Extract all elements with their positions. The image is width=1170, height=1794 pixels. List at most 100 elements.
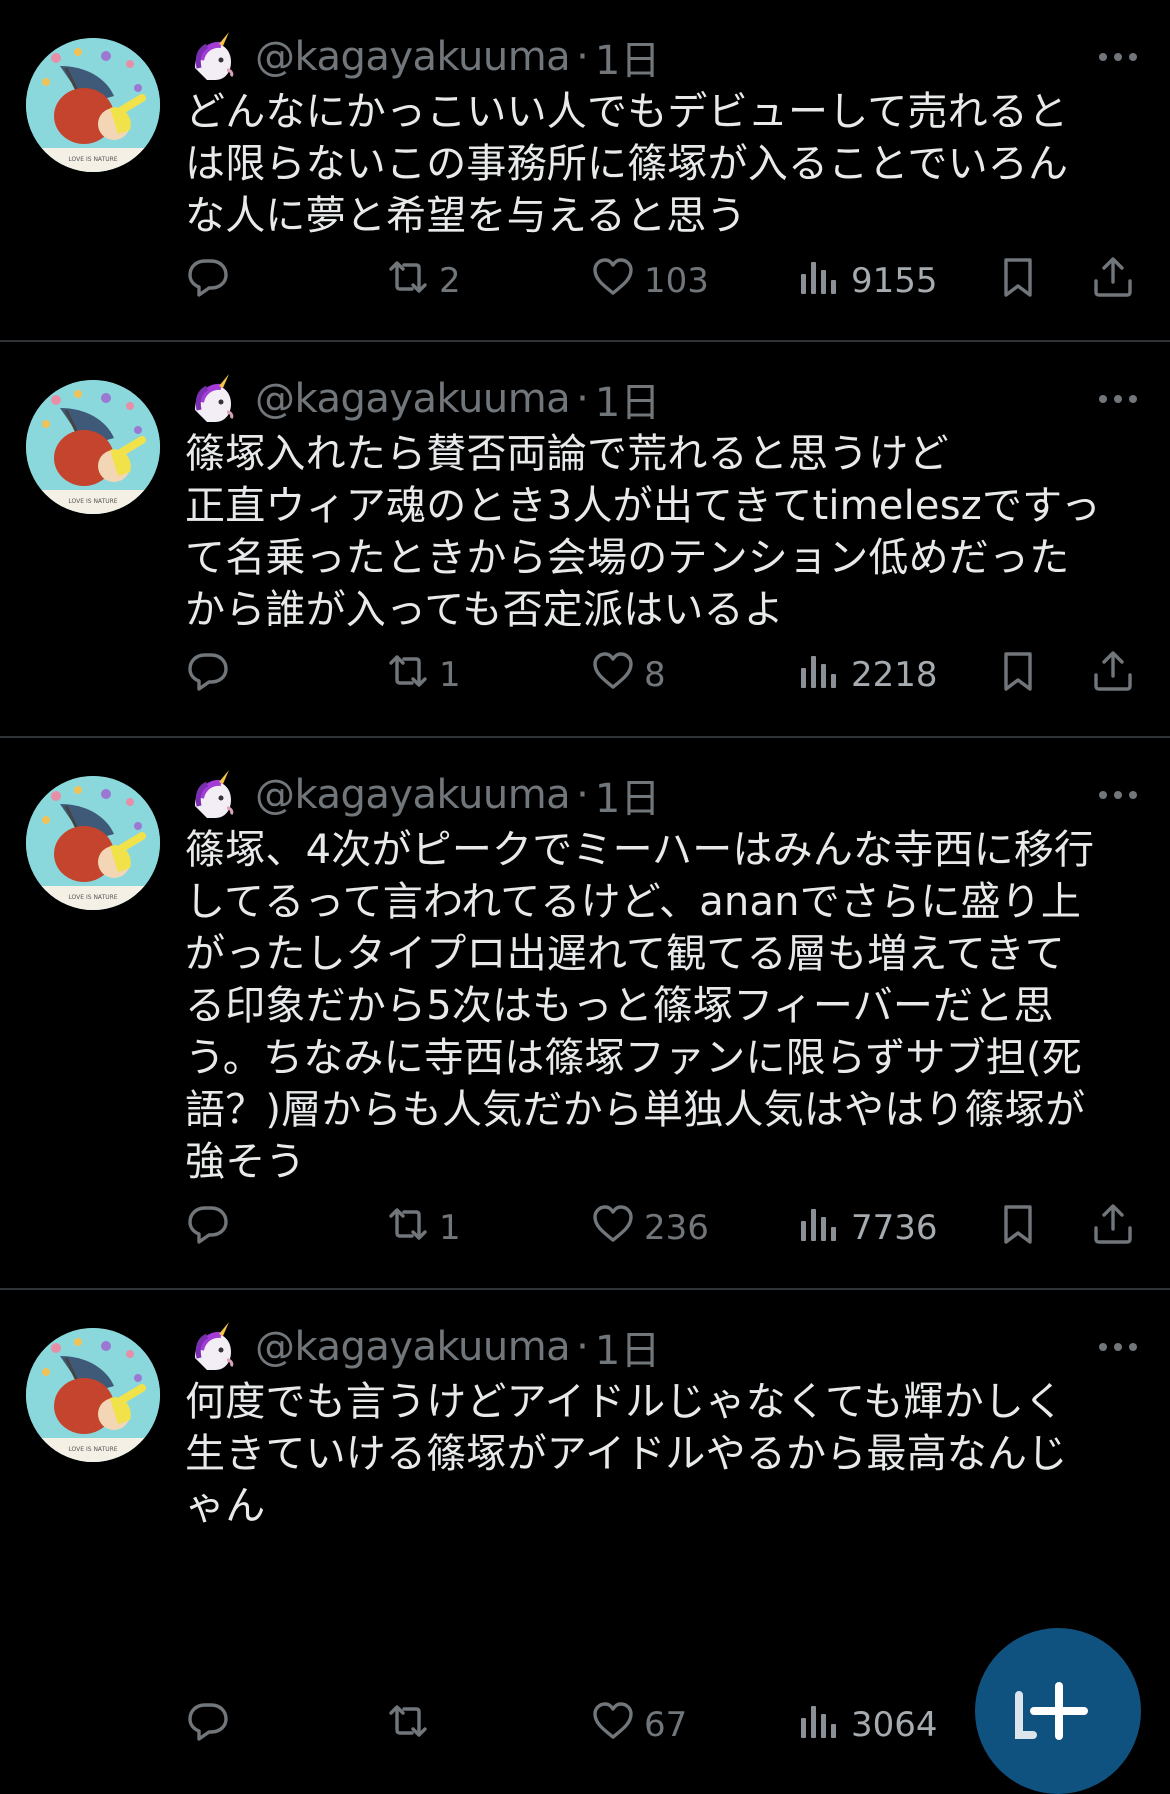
post[interactable]: LOVE IS NATURE @kagayakuuma · 1日 どんなにかっこ… — [0, 0, 1170, 342]
post-time[interactable]: 1日 — [595, 28, 660, 86]
share-icon — [1090, 1201, 1136, 1256]
share-icon — [1090, 648, 1136, 703]
post-header: @kagayakuuma · 1日 — [185, 372, 1140, 426]
post-time[interactable]: 1日 — [595, 1318, 660, 1376]
post-text-line: ゃん — [185, 1483, 266, 1529]
post-text-line: から誰が入っても否定派はいるよ — [185, 587, 784, 633]
views-icon — [795, 254, 841, 309]
like-button[interactable]: 67 — [590, 1695, 687, 1755]
bookmark-button[interactable] — [995, 645, 1041, 705]
post-text-line: がったしタイプロ出遅れて観てる層も増えてきて — [185, 931, 1065, 977]
post-text-line: は限らないこの事務所に篠塚が入ることでいろん — [185, 141, 1069, 187]
separator-dot: · — [576, 772, 589, 818]
user-handle[interactable]: @kagayakuuma — [255, 34, 571, 80]
svg-text:LOVE IS NATURE: LOVE IS NATURE — [68, 894, 117, 901]
svg-text:LOVE IS NATURE: LOVE IS NATURE — [68, 1446, 117, 1453]
repost-button[interactable]: 1 — [385, 1198, 461, 1258]
repost-icon — [385, 1698, 431, 1753]
more-icon[interactable] — [1096, 1332, 1140, 1362]
post-text-line: 強そう — [185, 1139, 306, 1185]
share-button[interactable] — [1090, 645, 1136, 705]
compose-button[interactable] — [975, 1628, 1141, 1794]
likes-count: 236 — [644, 1208, 709, 1248]
post-time[interactable]: 1日 — [595, 766, 660, 824]
post[interactable]: LOVE IS NATURE @kagayakuuma · 1日 篠塚入れたら賛… — [0, 342, 1170, 738]
reply-icon — [185, 1201, 231, 1256]
post-time[interactable]: 1日 — [595, 370, 660, 428]
post-body: 何度でも言うけどアイドルじゃなくても輝かしく 生きていける篠塚がアイドルやるから最… — [185, 1376, 1140, 1532]
user-handle[interactable]: @kagayakuuma — [255, 376, 571, 422]
views-icon — [795, 1698, 841, 1753]
unicorn-icon — [185, 768, 239, 822]
repost-button[interactable]: 1 — [385, 645, 461, 705]
avatar[interactable]: LOVE IS NATURE — [26, 380, 160, 514]
views-button[interactable]: 7736 — [795, 1198, 938, 1258]
reply-button[interactable] — [185, 1198, 231, 1258]
repost-button[interactable] — [385, 1695, 431, 1755]
post-text-line: な人に夢と希望を与えると思う — [185, 193, 747, 239]
post-text-line: 何度でも言うけどアイドルじゃなくても輝かしく — [185, 1379, 1065, 1425]
post-header: @kagayakuuma · 1日 — [185, 1320, 1140, 1374]
post-content: @kagayakuuma · 1日 篠塚、4次がピークでミーハーはみんな寺西に移… — [185, 768, 1140, 1188]
reposts-count: 1 — [439, 1208, 461, 1248]
likes-count: 8 — [644, 655, 666, 695]
views-button[interactable]: 2218 — [795, 645, 938, 705]
post-text-line: 語？)層からも人気だから単独人気はやはり篠塚が — [185, 1087, 1086, 1133]
reposts-count: 1 — [439, 655, 461, 695]
views-count: 9155 — [851, 261, 938, 301]
post-content: @kagayakuuma · 1日 篠塚入れたら賛否両論で荒れると思うけど正直ウ… — [185, 372, 1140, 636]
post-actions: 1 8 2218 — [185, 645, 1140, 705]
post-text-line: う。ちなみに寺西は篠塚ファンに限らずサブ担(死 — [185, 1035, 1083, 1081]
like-button[interactable]: 8 — [590, 645, 666, 705]
repost-button[interactable]: 2 — [385, 251, 461, 311]
share-button[interactable] — [1090, 1198, 1136, 1258]
like-button[interactable]: 103 — [590, 251, 709, 311]
post-actions: 1 236 7736 — [185, 1198, 1140, 1258]
post-text-line: る印象だから5次はもっと篠塚フィーバーだと思 — [185, 983, 1054, 1029]
bookmark-icon — [995, 254, 1041, 309]
reposts-count: 2 — [439, 261, 461, 301]
views-icon — [795, 648, 841, 703]
heart-icon — [590, 1698, 636, 1753]
post-actions: 2 103 9155 — [185, 251, 1140, 311]
like-button[interactable]: 236 — [590, 1198, 709, 1258]
post-body: 篠塚入れたら賛否両論で荒れると思うけど正直ウィア魂のとき3人が出てきてtimel… — [185, 428, 1140, 636]
bookmark-icon — [995, 648, 1041, 703]
bookmark-button[interactable] — [995, 251, 1041, 311]
more-icon[interactable] — [1096, 42, 1140, 72]
user-handle[interactable]: @kagayakuuma — [255, 1324, 571, 1370]
reply-icon — [185, 254, 231, 309]
heart-icon — [590, 1201, 636, 1256]
share-button[interactable] — [1090, 251, 1136, 311]
user-handle[interactable]: @kagayakuuma — [255, 772, 571, 818]
post[interactable]: LOVE IS NATURE @kagayakuuma · 1日 篠塚、4次がピ… — [0, 738, 1170, 1290]
more-icon[interactable] — [1096, 384, 1140, 414]
post-text-line: 篠塚入れたら賛否両論で荒れると思うけど — [185, 431, 949, 477]
separator-dot: · — [576, 376, 589, 422]
reply-button[interactable] — [185, 251, 231, 311]
post-content: @kagayakuuma · 1日 どんなにかっこいい人でもデビューして売れると… — [185, 30, 1140, 242]
post-body: どんなにかっこいい人でもデビューして売れると は限らないこの事務所に篠塚が入ること… — [185, 86, 1140, 242]
separator-dot: · — [576, 1324, 589, 1370]
reply-icon — [185, 1698, 231, 1753]
post-text-line: 正直ウィア魂のとき3人が出てきてtimeleszですっ — [185, 483, 1101, 529]
reply-button[interactable] — [185, 645, 231, 705]
avatar[interactable]: LOVE IS NATURE — [26, 38, 160, 172]
views-button[interactable]: 9155 — [795, 251, 938, 311]
views-button[interactable]: 3064 — [795, 1695, 938, 1755]
views-count: 2218 — [851, 655, 938, 695]
views-icon — [795, 1201, 841, 1256]
more-icon[interactable] — [1096, 780, 1140, 810]
avatar[interactable]: LOVE IS NATURE — [26, 776, 160, 910]
reply-button[interactable] — [185, 1695, 231, 1755]
repost-icon — [385, 1201, 431, 1256]
svg-text:LOVE IS NATURE: LOVE IS NATURE — [68, 156, 117, 163]
post-text-line: どんなにかっこいい人でもデビューして売れると — [185, 89, 1069, 135]
separator-dot: · — [576, 34, 589, 80]
avatar[interactable]: LOVE IS NATURE — [26, 1328, 160, 1462]
views-count: 7736 — [851, 1208, 938, 1248]
bookmark-button[interactable] — [995, 1198, 1041, 1258]
unicorn-icon — [185, 30, 239, 84]
post-text-line: してるって言われてるけど、ananでさらに盛り上 — [185, 879, 1082, 925]
post-header: @kagayakuuma · 1日 — [185, 30, 1140, 84]
